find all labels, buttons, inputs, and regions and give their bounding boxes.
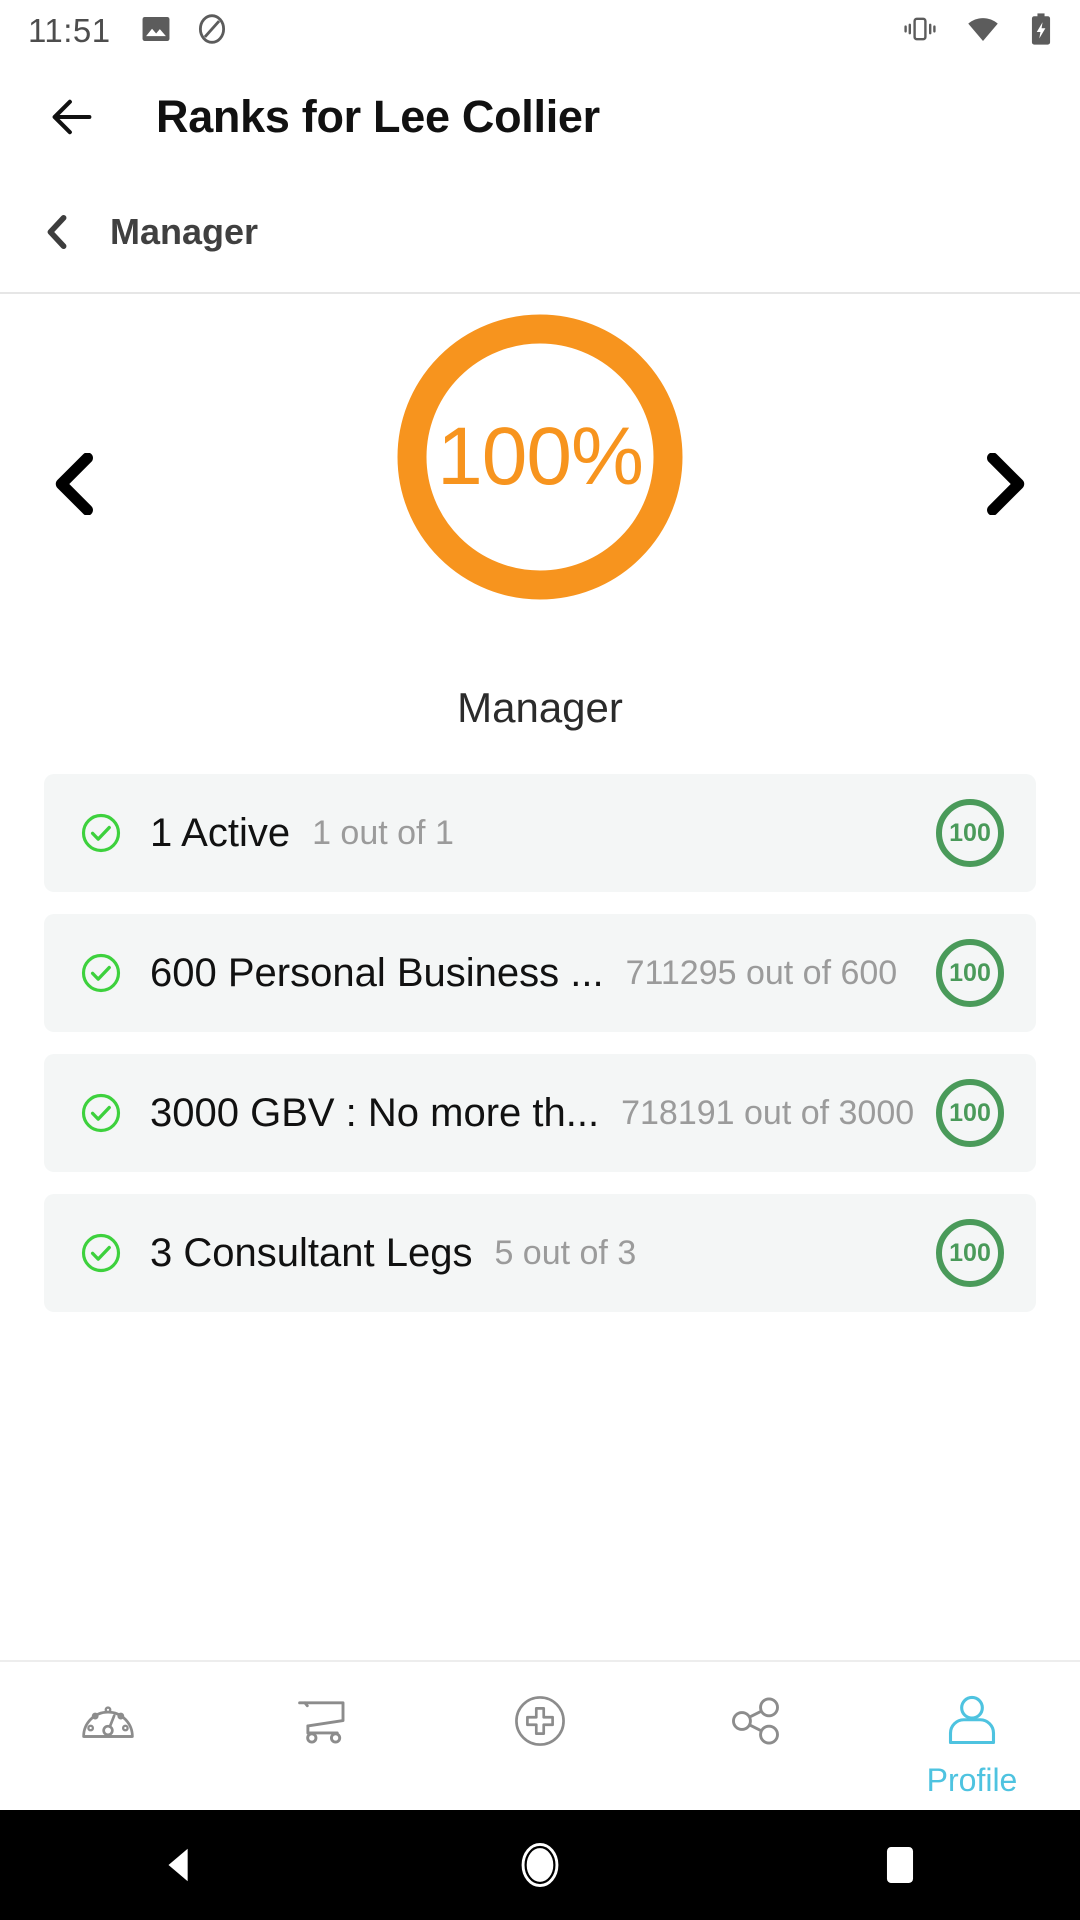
share-icon xyxy=(725,1690,787,1752)
dashboard-gauge-icon xyxy=(77,1690,139,1752)
tab-profile-label: Profile xyxy=(926,1762,1018,1798)
nav-back-triangle-icon[interactable] xyxy=(0,1842,360,1888)
table-row[interactable]: 1 Active 1 out of 1 100 xyxy=(44,774,1036,892)
status-badge-value: 100 xyxy=(949,958,991,987)
status-bar-clock: 11:51 xyxy=(28,12,111,49)
android-navigation-bar xyxy=(0,1810,1080,1920)
requirement-progress: 5 out of 3 xyxy=(494,1233,637,1272)
tab-share[interactable] xyxy=(648,1662,864,1810)
status-badge-value: 100 xyxy=(949,1238,991,1267)
requirement-progress: 711295 out of 600 xyxy=(625,953,898,992)
app-bar: Ranks for Lee Collier xyxy=(0,62,1080,172)
tab-add[interactable] xyxy=(432,1662,648,1810)
status-bar-system-icons xyxy=(902,12,1054,51)
status-badge-value: 100 xyxy=(949,1098,991,1127)
status-badge-value: 100 xyxy=(949,818,991,847)
table-row[interactable]: 3 Consultant Legs 5 out of 3 100 xyxy=(44,1194,1036,1312)
do-not-disturb-icon xyxy=(195,12,229,51)
tab-dashboard[interactable] xyxy=(0,1662,216,1810)
requirement-title: 3000 GBV : No more th... xyxy=(150,1090,600,1135)
check-circle-icon xyxy=(80,812,122,854)
chevron-left-icon[interactable] xyxy=(44,215,70,249)
status-bar: 11:51 xyxy=(0,0,1080,62)
status-badge: 100 xyxy=(932,1215,1008,1291)
phone-screen: 11:51 Ranks for Lee Collier Manager 100%… xyxy=(0,0,1080,1920)
page-title: Ranks for Lee Collier xyxy=(156,91,600,142)
requirement-progress: 718191 out of 3000 xyxy=(621,1093,915,1132)
table-row[interactable]: 3000 GBV : No more th... 718191 out of 3… xyxy=(44,1054,1036,1172)
check-circle-icon xyxy=(80,1092,122,1134)
arrow-left-icon[interactable] xyxy=(46,91,98,143)
shopping-cart-icon xyxy=(293,1690,355,1752)
status-bar-notification-icons xyxy=(139,12,229,51)
requirements-list: 1 Active 1 out of 1 100 600 Personal Bus… xyxy=(0,774,1080,1312)
nav-recents-square-icon[interactable] xyxy=(720,1842,1080,1888)
status-badge: 100 xyxy=(932,795,1008,871)
image-icon xyxy=(139,12,173,51)
bottom-tab-bar: Profile xyxy=(0,1660,1080,1810)
check-circle-icon xyxy=(80,952,122,994)
carousel-next-button[interactable] xyxy=(982,452,1028,516)
nav-home-circle-icon[interactable] xyxy=(360,1839,720,1891)
status-badge: 100 xyxy=(932,935,1008,1011)
status-badge: 100 xyxy=(932,1075,1008,1151)
vibrate-icon xyxy=(902,12,938,51)
breadcrumb[interactable]: Manager xyxy=(0,172,1080,294)
rank-progress-ring: 100% xyxy=(397,314,683,600)
rank-percent-label: 100% xyxy=(437,411,644,502)
requirement-title: 1 Active xyxy=(150,810,291,855)
requirement-progress: 1 out of 1 xyxy=(312,813,454,852)
check-circle-icon xyxy=(80,1232,122,1274)
plus-circle-icon xyxy=(509,1690,571,1752)
carousel-prev-button[interactable] xyxy=(52,452,98,516)
requirement-title: 3 Consultant Legs xyxy=(150,1230,473,1275)
rank-carousel: 100% xyxy=(0,314,1080,634)
wifi-icon xyxy=(964,12,1002,51)
breadcrumb-label: Manager xyxy=(110,211,259,252)
profile-person-icon xyxy=(941,1690,1003,1752)
tab-profile[interactable]: Profile xyxy=(864,1662,1080,1810)
rank-name-label: Manager xyxy=(457,684,623,731)
tab-shop[interactable] xyxy=(216,1662,432,1810)
content-area: 100% Manager 1 Active 1 out of 1 100 600… xyxy=(0,294,1080,1660)
table-row[interactable]: 600 Personal Business ... 711295 out of … xyxy=(44,914,1036,1032)
requirement-title: 600 Personal Business ... xyxy=(150,950,604,995)
battery-charging-icon xyxy=(1028,12,1054,51)
